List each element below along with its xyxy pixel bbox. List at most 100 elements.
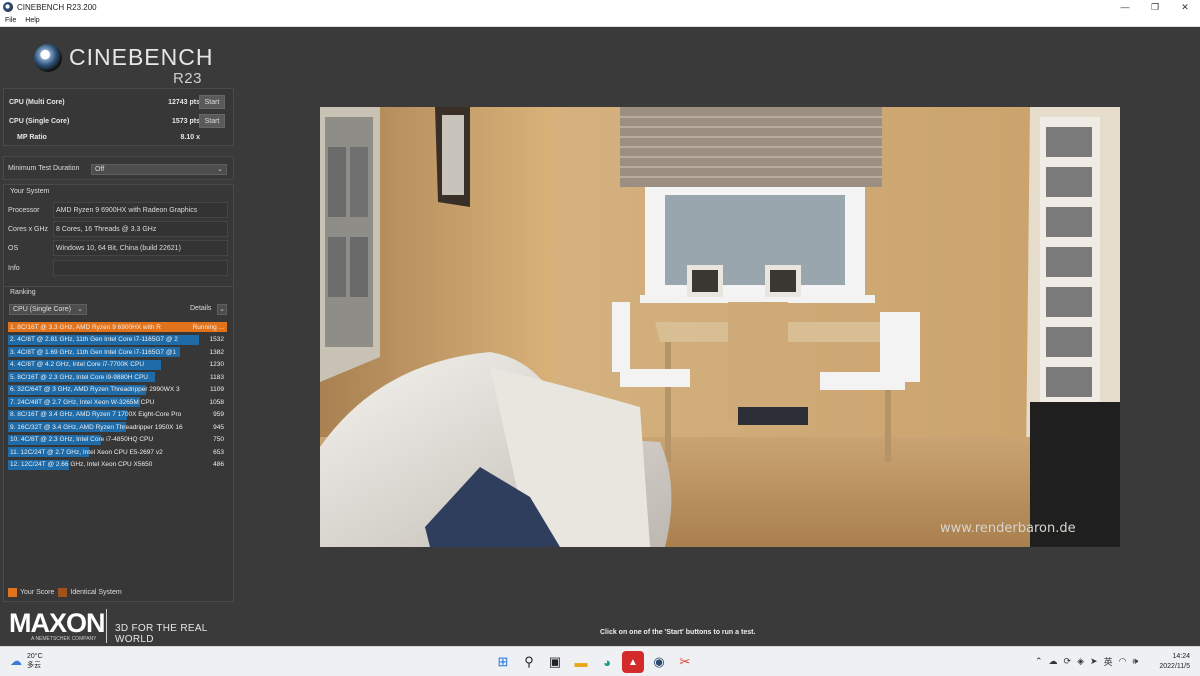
single-core-score: 1573 pts (171, 117, 200, 125)
window-controls: — ❐ ✕ (1110, 0, 1200, 14)
weather-temp: 20°C (27, 653, 43, 660)
search-icon[interactable]: ⚲ (518, 651, 540, 673)
maximize-button[interactable]: ❐ (1140, 0, 1170, 14)
details-toggle[interactable]: ⌄ (217, 304, 227, 315)
info-label: Info (8, 264, 20, 272)
ranking-item[interactable]: 3. 4C/8T @ 1.69 GHz, 11th Gen Intel Core… (8, 346, 228, 359)
cinebench-taskbar-icon[interactable]: ◉ (648, 651, 670, 673)
menu-bar: File Help (0, 14, 1200, 27)
ranking-item-label: 4. 4C/8T @ 4.2 GHz, Intel Core i7-7700K … (10, 361, 145, 369)
weather-widget[interactable]: ☁ 20°C 多云 (10, 652, 43, 670)
ranking-item[interactable]: 5. 8C/16T @ 2.3 GHz, Intel Core i9-9880H… (8, 371, 228, 384)
ranking-item-score: 945 (213, 423, 224, 431)
ranking-item-label: 10. 4C/8T @ 2.3 GHz, Intel Core i7-4850H… (10, 436, 154, 444)
ranking-item-label: 1. 8C/16T @ 3.3 GHz, AMD Ryzen 9 6900HX … (10, 323, 161, 331)
close-button[interactable]: ✕ (1170, 0, 1200, 14)
mp-ratio-label: MP Ratio (17, 133, 47, 141)
ranking-filter-select[interactable]: CPU (Single Core) ⌄ (9, 304, 87, 315)
info-field[interactable] (53, 260, 228, 276)
ranking-item[interactable]: 4. 4C/8T @ 4.2 GHz, Intel Core i7-7700K … (8, 359, 228, 372)
task-view-icon[interactable]: ▣ (544, 651, 566, 673)
scores-box: CPU (Multi Core) 12743 pts Start CPU (Si… (3, 88, 234, 146)
left-panel: CINEBENCH R23 CPU (Multi Core) 12743 pts… (0, 27, 240, 645)
ranking-item[interactable]: 7. 24C/48T @ 2.7 GHz, Intel Xeon W-3265M… (8, 396, 228, 409)
ranking-item-score: 1532 (209, 336, 224, 344)
processor-value: AMD Ryzen 9 6900HX with Radeon Graphics (53, 202, 228, 218)
min-test-duration-select[interactable]: Off ⌄ (91, 164, 227, 175)
single-core-start-button[interactable]: Start (199, 114, 225, 128)
multi-core-score: 12743 pts (168, 98, 200, 106)
wifi-icon[interactable]: ◠ (1119, 656, 1127, 667)
logo-version: R23 (172, 70, 202, 87)
cores-row: Cores x GHz 8 Cores, 16 Threads @ 3.3 GH… (8, 221, 228, 237)
window-title: CINEBENCH R23.200 (17, 2, 97, 12)
taskbar-apps: ⊞ ⚲ ▣ ▬ ◕ ▲ ◉ ✂ (492, 651, 700, 673)
ranking-legend: Your Score Identical System (8, 588, 122, 597)
system-title: Your System (10, 188, 50, 195)
ranking-item-label: 8. 8C/16T @ 3.4 GHz, AMD Ryzen 7 1700X E… (10, 411, 182, 419)
ranking-item[interactable]: 12. 12C/24T @ 2.66 GHz, Intel Xeon CPU X… (8, 459, 228, 472)
file-explorer-icon[interactable]: ▬ (570, 651, 592, 673)
ranking-item-score: 750 (213, 436, 224, 444)
multi-core-label: CPU (Multi Core) (9, 98, 65, 106)
amd-software-icon[interactable]: ▲ (622, 651, 644, 673)
edge-browser-icon[interactable]: ◕ (596, 651, 618, 673)
multi-core-start-button[interactable]: Start (199, 95, 225, 109)
ranking-title: Ranking (10, 289, 36, 296)
ranking-item-score: 653 (213, 448, 224, 456)
multi-core-row: CPU (Multi Core) 12743 pts (9, 95, 231, 109)
volume-icon[interactable]: 🕪 (1132, 656, 1138, 667)
mp-ratio-value: 8.10 x (180, 133, 200, 141)
cloud-sync-icon[interactable]: ⟳ (1064, 656, 1072, 667)
cinebench-app-icon (3, 2, 13, 12)
ranking-item-score: 1109 (210, 386, 224, 394)
ranking-list: 1. 8C/16T @ 3.3 GHz, AMD Ryzen 9 6900HX … (8, 321, 228, 471)
render-watermark: www.renderbaron.de (940, 521, 1076, 536)
minimize-button[interactable]: — (1110, 0, 1140, 14)
ranking-item-label: 11. 12C/24T @ 2.7 GHz, Intel Xeon CPU E5… (10, 448, 163, 456)
ranking-item-score: Running ... (192, 323, 224, 331)
chevron-up-icon[interactable]: ⌃ (1035, 656, 1043, 667)
ranking-item-label: 7. 24C/48T @ 2.7 GHz, Intel Xeon W-3265M… (10, 398, 155, 406)
ranking-item[interactable]: 11. 12C/24T @ 2.7 GHz, Intel Xeon CPU E5… (8, 446, 228, 459)
ranking-item[interactable]: 8. 8C/16T @ 3.4 GHz, AMD Ryzen 7 1700X E… (8, 409, 228, 422)
min-test-label: Minimum Test Duration (8, 165, 80, 172)
cores-label: Cores x GHz (8, 225, 49, 233)
cloud-icon: ☁ (10, 654, 22, 668)
ranking-filter-value: CPU (Single Core) (13, 306, 71, 313)
ranking-item[interactable]: 6. 32C/64T @ 3 GHz, AMD Ryzen Threadripp… (8, 384, 228, 397)
weather-condition: 多云 (27, 662, 41, 669)
snipping-tool-icon[interactable]: ✂ (674, 651, 696, 673)
ranking-item[interactable]: 9. 16C/32T @ 3.4 GHz, AMD Ryzen Threadri… (8, 421, 228, 434)
ranking-item[interactable]: 1. 8C/16T @ 3.3 GHz, AMD Ryzen 9 6900HX … (8, 321, 228, 334)
windows-start-icon[interactable]: ⊞ (492, 651, 514, 673)
single-core-row: CPU (Single Core) 1573 pts (9, 114, 231, 128)
ranking-item[interactable]: 2. 4C/8T @ 2.81 GHz, 11th Gen Intel Core… (8, 334, 228, 347)
maxon-logo: MAXON A NEMETSCHEK COMPANY (9, 610, 105, 643)
details-label: Details (190, 305, 212, 312)
identical-system-legend: Identical System (70, 589, 122, 596)
security-icon[interactable]: ◈ (1077, 656, 1084, 667)
menu-help[interactable]: Help (25, 17, 39, 24)
maxon-subtitle: A NEMETSCHEK COMPANY (31, 636, 97, 642)
clock-time: 14:24 (1172, 653, 1190, 660)
location-icon[interactable]: ➤ (1090, 656, 1098, 667)
ranking-item-label: 6. 32C/64T @ 3 GHz, AMD Ryzen Threadripp… (10, 386, 180, 394)
ranking-item[interactable]: 10. 4C/8T @ 2.3 GHz, Intel Core i7-4850H… (8, 434, 228, 447)
single-core-label: CPU (Single Core) (9, 117, 70, 125)
menu-file[interactable]: File (5, 17, 16, 24)
clock[interactable]: 14:24 2022/11/5 (1159, 652, 1190, 672)
render-preview: www.renderbaron.de (320, 107, 1120, 547)
your-score-swatch (8, 588, 17, 597)
ranking-item-label: 3. 4C/8T @ 1.69 GHz, 11th Gen Intel Core… (10, 348, 177, 356)
ranking-item-label: 5. 8C/16T @ 2.3 GHz, Intel Core i9-9880H… (10, 373, 148, 381)
start-hint: Click on one of the 'Start' buttons to r… (600, 629, 756, 636)
os-label: OS (8, 244, 19, 252)
processor-row: Processor AMD Ryzen 9 6900HX with Radeon… (8, 202, 228, 218)
system-tray: ⌃ ☁ ⟳ ◈ ➤ 英 ◠ 🕪 (1035, 655, 1144, 668)
chevron-down-icon: ⌄ (77, 306, 83, 313)
title-bar: CINEBENCH R23.200 — ❐ ✕ (0, 0, 1200, 14)
onedrive-icon[interactable]: ☁ (1049, 656, 1058, 667)
cores-value: 8 Cores, 16 Threads @ 3.3 GHz (53, 221, 228, 237)
ime-indicator[interactable]: 英 (1104, 655, 1113, 668)
